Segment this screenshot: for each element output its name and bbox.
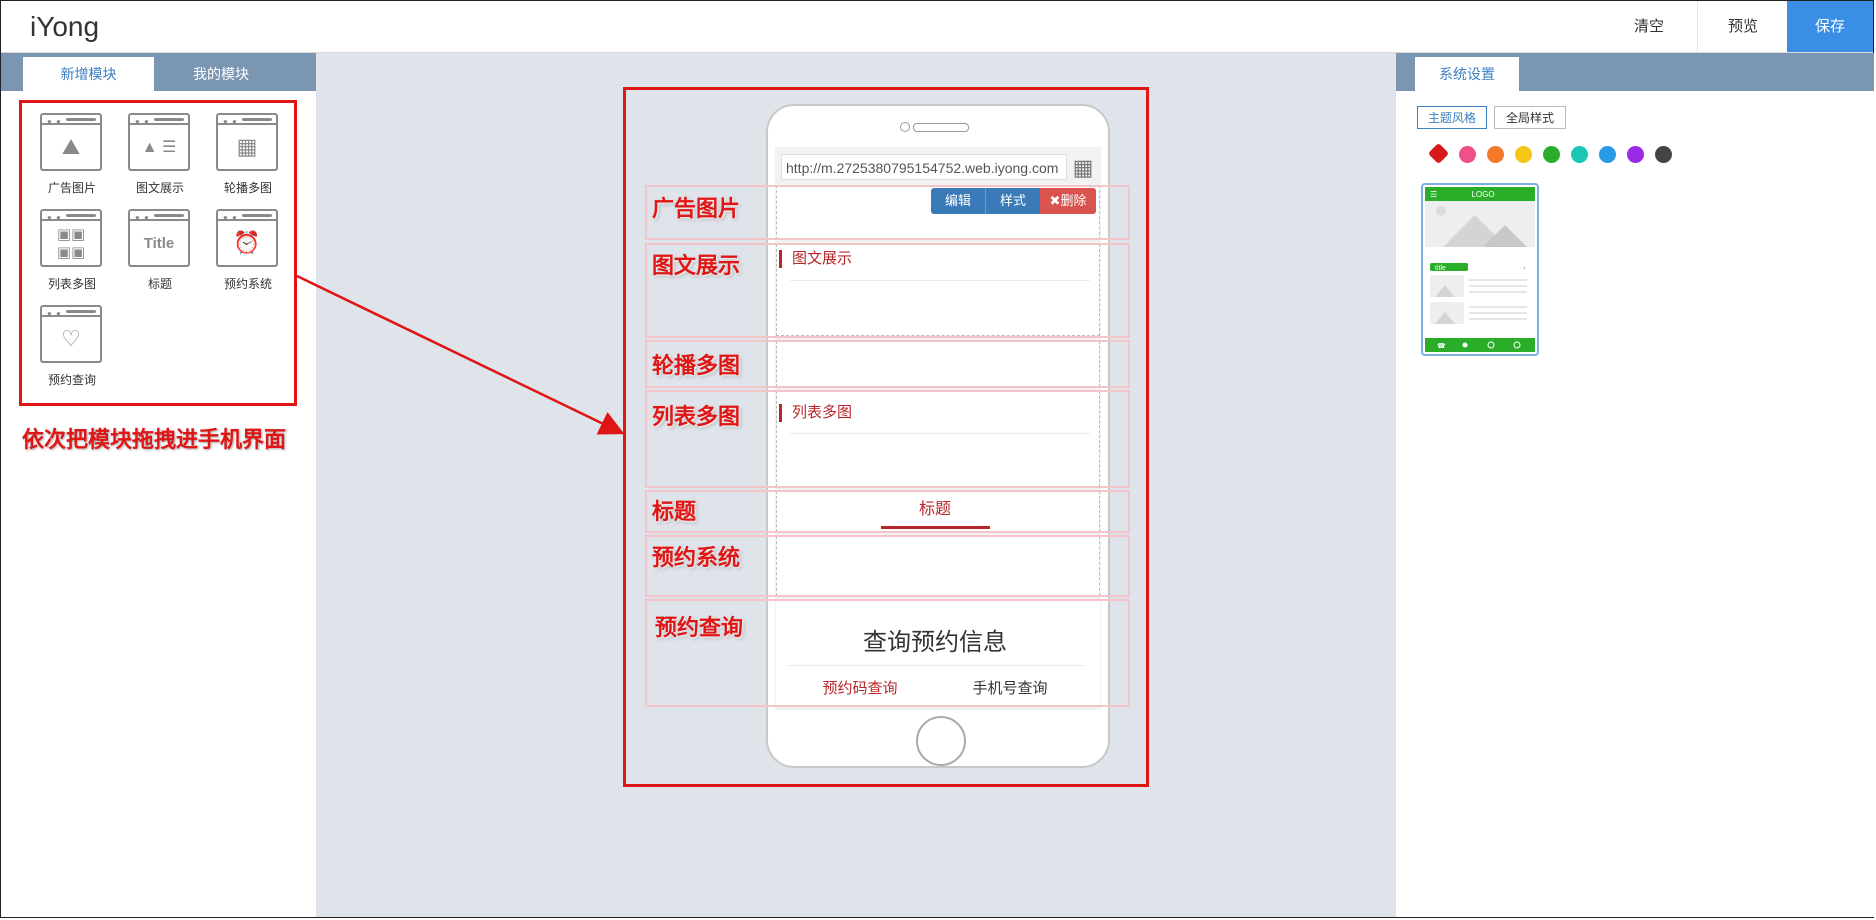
annotation-booking-query: 预约查询 [655, 615, 744, 640]
thumb-logo-text: LOGO [1471, 190, 1494, 199]
theme-style-button[interactable]: 主题风格 [1417, 106, 1487, 129]
color-swatch[interactable] [1543, 146, 1560, 163]
svg-text:›: › [1523, 264, 1526, 272]
url-bar: http://m.2725380795154752.web.iyong.com [781, 154, 1067, 180]
settings-tab-bar: 系统设置 [1396, 53, 1874, 91]
annotation-title: 标题 [652, 499, 697, 524]
annotation-image-text: 图文展示 [652, 253, 741, 278]
phone-home-button [916, 716, 966, 766]
phone-speaker [913, 123, 969, 132]
color-swatch[interactable] [1487, 146, 1504, 163]
annotation-booking-system: 预约系统 [652, 545, 741, 570]
phone-camera [900, 122, 910, 132]
drag-arrow [296, 274, 625, 435]
color-swatch[interactable] [1571, 146, 1588, 163]
qr-code-icon[interactable]: ▦ [1071, 156, 1095, 180]
svg-text:☎: ☎ [1437, 342, 1446, 350]
tab-system-settings[interactable]: 系统设置 [1415, 57, 1519, 91]
color-swatch[interactable] [1515, 146, 1532, 163]
color-swatch[interactable] [1599, 146, 1616, 163]
color-swatch[interactable] [1655, 146, 1672, 163]
annotation-ad-image: 广告图片 [652, 196, 741, 221]
theme-thumbnail[interactable]: ☰ LOGO title › ☎ [1421, 183, 1539, 356]
annotation-carousel: 轮播多图 [652, 353, 741, 378]
svg-text:☰: ☰ [1430, 190, 1437, 199]
color-swatch[interactable] [1459, 146, 1476, 163]
annotation-image-list: 列表多图 [652, 404, 741, 429]
section-outline [645, 490, 1130, 533]
color-swatch[interactable] [1627, 146, 1644, 163]
theme-preview-graphic: ☰ LOGO title › ☎ [1425, 187, 1535, 352]
global-style-button[interactable]: 全局样式 [1494, 106, 1566, 129]
thumb-tag-text: title [1435, 265, 1446, 272]
